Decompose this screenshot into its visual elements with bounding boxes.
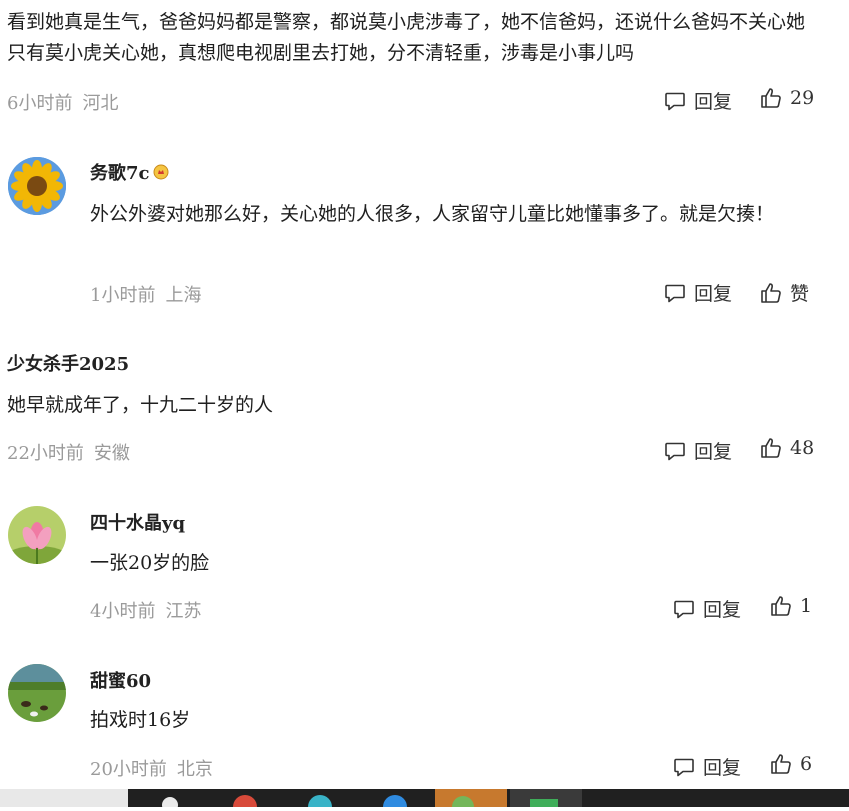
- comment-time: 22小时前: [7, 443, 84, 464]
- username[interactable]: 甜蜜60: [90, 667, 151, 693]
- comment-meta: 1小时前 上海: [90, 281, 201, 307]
- taskbar-app-icon[interactable]: [510, 789, 582, 807]
- taskbar-app-icon[interactable]: [378, 789, 412, 811]
- taskbar: [0, 789, 849, 811]
- comment-location: 江苏: [165, 601, 202, 622]
- comment-time: 4小时前: [90, 601, 156, 622]
- reply-icon: [665, 284, 685, 302]
- reply-icon: [665, 442, 685, 460]
- comment-meta: 20小时前 北京: [90, 755, 213, 781]
- comment-location: 上海: [165, 285, 202, 306]
- comment-text: 拍戏时16岁: [90, 709, 191, 731]
- grassland-avatar[interactable]: [8, 664, 66, 722]
- taskbar-app-strip: [128, 789, 849, 811]
- sunflower-avatar[interactable]: [8, 157, 66, 215]
- comment-meta: 4小时前 江苏: [90, 597, 201, 623]
- taskbar-app-icon[interactable]: [228, 789, 262, 811]
- like-button[interactable]: 29: [760, 87, 814, 109]
- username-text: 务歌7c: [90, 163, 150, 184]
- grassland-icon: [8, 664, 66, 722]
- reply-label: 回复: [703, 757, 742, 779]
- like-count: 1: [800, 595, 813, 617]
- reply-label: 回复: [703, 599, 742, 621]
- taskbar-app-icon[interactable]: [303, 789, 337, 811]
- like-label: 赞: [790, 283, 810, 305]
- lotus-icon: [8, 506, 66, 564]
- taskbar-app-icon-active[interactable]: [435, 789, 507, 811]
- like-count: 48: [790, 437, 815, 459]
- like-button[interactable]: 48: [760, 437, 814, 459]
- reply-icon: [665, 92, 685, 110]
- reply-label: 回复: [694, 441, 733, 463]
- comment-time: 20小时前: [90, 759, 167, 780]
- comment-text: 她早就成年了，十九二十岁的人: [7, 394, 274, 416]
- taskbar-app-icon[interactable]: [158, 789, 182, 811]
- username[interactable]: 少女杀手2025: [7, 350, 129, 376]
- thumbs-up-icon: [761, 88, 781, 108]
- thumbs-up-icon: [771, 754, 791, 774]
- comment-text: 看到她真是生气，爸爸妈妈都是警察，都说莫小虎涉毒了，她不信爸妈，还说什么爸妈不关…: [7, 11, 806, 64]
- comment-text: 一张20岁的脸: [90, 552, 210, 574]
- comment-meta: 22小时前 安徽: [7, 439, 130, 465]
- reply-label: 回复: [694, 91, 733, 113]
- comment-location: 北京: [176, 759, 213, 780]
- reply-icon: [674, 758, 694, 776]
- reply-button[interactable]: 回复: [664, 437, 732, 464]
- like-count: 29: [790, 87, 815, 109]
- reply-icon: [674, 600, 694, 618]
- reply-button[interactable]: 回复: [664, 87, 732, 114]
- username[interactable]: 四十水晶yq: [90, 509, 185, 535]
- reply-button[interactable]: 回复: [664, 279, 732, 306]
- user-badge-icon: [153, 164, 169, 180]
- thumbs-up-icon: [771, 596, 791, 616]
- like-button[interactable]: 赞: [760, 279, 809, 306]
- like-count: 6: [800, 753, 813, 775]
- comment-time: 6小时前: [7, 93, 73, 114]
- like-button[interactable]: 1: [770, 595, 812, 617]
- comment-location: 安徽: [93, 443, 130, 464]
- sunflower-icon: [8, 157, 66, 215]
- like-button[interactable]: 6: [770, 753, 812, 775]
- comment-meta: 6小时前 河北: [7, 89, 118, 115]
- comment-location: 河北: [82, 93, 119, 114]
- reply-label: 回复: [694, 283, 733, 305]
- reply-button[interactable]: 回复: [673, 753, 741, 780]
- comment-text: 外公外婆对她那么好，关心她的人很多，人家留守儿童比她懂事多了。就是欠揍！: [90, 203, 775, 225]
- thumbs-up-icon: [761, 282, 781, 303]
- comment-time: 1小时前: [90, 285, 156, 306]
- lotus-avatar[interactable]: [8, 506, 66, 564]
- reply-button[interactable]: 回复: [673, 595, 741, 622]
- username[interactable]: 务歌7c: [90, 159, 169, 185]
- thumbs-up-icon: [761, 438, 781, 458]
